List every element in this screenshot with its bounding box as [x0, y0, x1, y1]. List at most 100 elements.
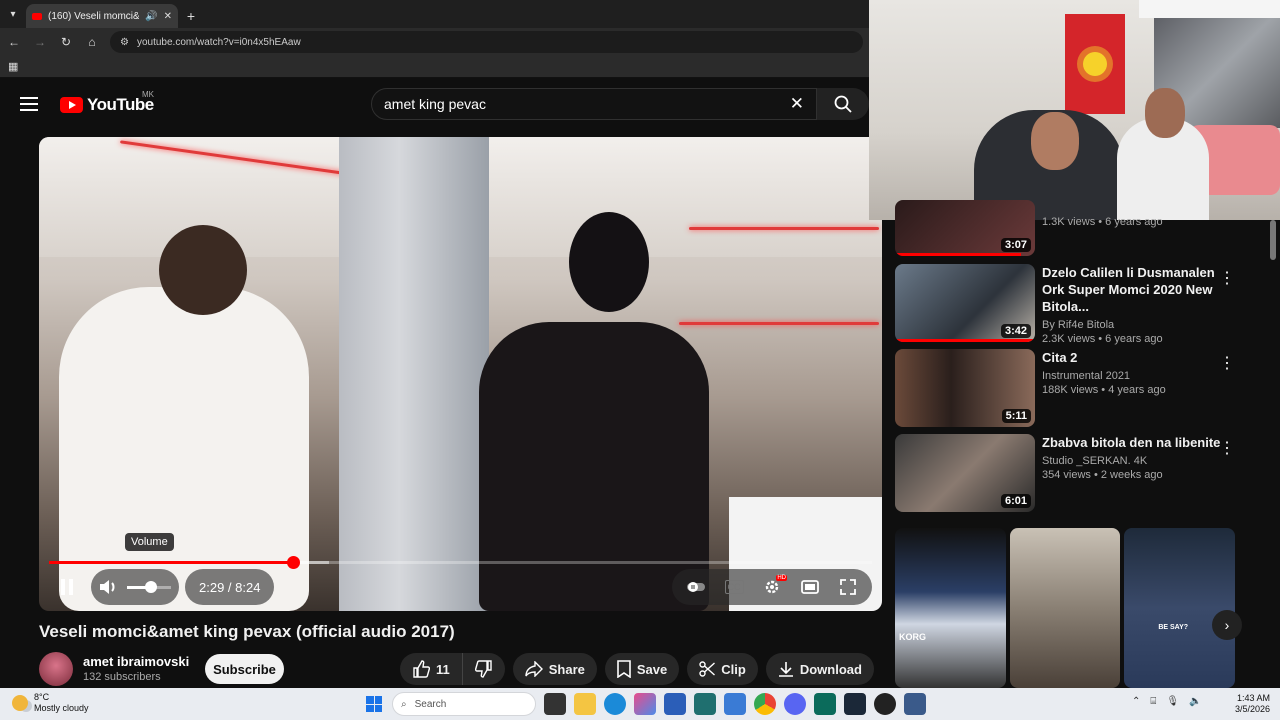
- theater-icon: [801, 580, 819, 594]
- steam-icon[interactable]: [844, 693, 866, 715]
- scrubber-handle[interactable]: [286, 556, 300, 569]
- more-vertical-icon[interactable]: ⋮: [1219, 353, 1235, 373]
- tab-audio-icon[interactable]: 🔊: [145, 11, 157, 22]
- file-explorer-icon[interactable]: [574, 693, 596, 715]
- autoplay-toggle[interactable]: [678, 569, 714, 605]
- video-views: 188K views • 4 years ago: [1042, 384, 1166, 396]
- save-button[interactable]: Save: [604, 653, 680, 685]
- related-video[interactable]: 6:01 Zbabva bitola den na libenite Studi…: [895, 434, 1265, 514]
- youtube-header: YouTube MK amet king pevac ✕: [0, 80, 869, 130]
- speaker-icon[interactable]: 🔈: [1189, 696, 1201, 707]
- captions-button[interactable]: CC: [716, 569, 752, 605]
- back-icon[interactable]: ←: [6, 34, 22, 50]
- video-thumbnail[interactable]: 3:07: [895, 200, 1035, 256]
- subscribe-button[interactable]: Subscribe: [205, 654, 284, 684]
- clock[interactable]: 1:43 AM 3/5/2026: [1226, 693, 1270, 715]
- short-thumbnail[interactable]: [1009, 528, 1121, 688]
- network-icon[interactable]: ⌸: [1150, 696, 1156, 707]
- search-input[interactable]: amet king pevac ✕: [371, 88, 817, 120]
- url-field[interactable]: ⚙ youtube.com/watch?v=i0n4x5hEAaw: [110, 31, 863, 53]
- progress-bar[interactable]: [49, 556, 872, 569]
- video-channel[interactable]: Studio _SERKAN. 4K: [1042, 455, 1222, 467]
- settings-button[interactable]: HD: [754, 569, 790, 605]
- video-scene-light: [679, 322, 879, 325]
- theater-mode-button[interactable]: [792, 569, 828, 605]
- youtube-logo[interactable]: YouTube MK: [60, 90, 154, 115]
- obs-icon[interactable]: [874, 693, 896, 715]
- search-button[interactable]: [817, 88, 869, 120]
- video-thumbnail[interactable]: 6:01: [895, 434, 1035, 512]
- dislike-button[interactable]: [462, 653, 505, 685]
- channel-avatar[interactable]: [39, 652, 73, 686]
- reload-icon[interactable]: ↻: [58, 34, 74, 50]
- task-view-icon[interactable]: [544, 693, 566, 715]
- video-thumbnail[interactable]: 3:42: [895, 264, 1035, 342]
- chrome-icon[interactable]: [754, 693, 776, 715]
- terminal-icon[interactable]: [814, 693, 836, 715]
- new-tab-button[interactable]: +: [178, 4, 204, 28]
- video-player[interactable]: Volume 2:29 / 8:24 CC HD: [39, 137, 882, 611]
- video-title[interactable]: Cita 2: [1042, 349, 1222, 366]
- copilot-icon[interactable]: [634, 693, 656, 715]
- channel-name[interactable]: amet ibraimovski: [83, 654, 189, 669]
- video-views: 2.3K views • 6 years ago: [1042, 333, 1163, 345]
- tab-title: (160) Veseli momci&amet k: [48, 10, 140, 22]
- pause-button[interactable]: [49, 569, 85, 605]
- clip-button[interactable]: Clip: [687, 653, 758, 685]
- weather-widget[interactable]: 8°C Mostly cloudy: [12, 692, 89, 714]
- video-title[interactable]: Zbabva bitola den na libenite: [1042, 434, 1222, 451]
- clear-search-icon[interactable]: ✕: [790, 94, 804, 114]
- video-title: Veseli momci&amet king pevax (official a…: [39, 622, 455, 641]
- volume-slider[interactable]: [127, 580, 171, 593]
- tab-search-icon[interactable]: ▾: [0, 0, 26, 28]
- more-vertical-icon[interactable]: ⋮: [1219, 438, 1235, 458]
- related-video[interactable]: 5:11 Cita 2 Instrumental 2021 188K views…: [895, 349, 1265, 429]
- video-channel[interactable]: Instrumental 2021: [1042, 370, 1222, 382]
- fullscreen-button[interactable]: [830, 569, 866, 605]
- shelf-next-button[interactable]: ›: [1212, 610, 1242, 640]
- video-title[interactable]: Dzelo Calilen li Dusmanalen Ork Super Mo…: [1042, 264, 1222, 315]
- microphone-icon[interactable]: 🎙: [1166, 696, 1179, 707]
- share-button[interactable]: Share: [512, 653, 597, 685]
- edge-icon[interactable]: [604, 693, 626, 715]
- short-thumbnail[interactable]: BE SAY?: [1124, 528, 1236, 688]
- volume-handle[interactable]: [145, 580, 158, 593]
- video-channel[interactable]: By Rif4e Bitola: [1042, 319, 1222, 331]
- settings-icon[interactable]: [904, 693, 926, 715]
- apps-grid-icon[interactable]: ▦: [8, 60, 18, 73]
- thumbs-up-icon: [413, 660, 430, 678]
- mute-button[interactable]: [91, 569, 127, 605]
- country-code: MK: [142, 90, 154, 99]
- menu-icon[interactable]: [20, 97, 38, 111]
- related-video[interactable]: 3:07 1.3K views • 6 years ago: [895, 200, 1265, 258]
- taskbar-search[interactable]: ⌕ Search: [392, 692, 536, 716]
- more-vertical-icon[interactable]: ⋮: [1219, 268, 1235, 288]
- forward-icon[interactable]: →: [32, 34, 48, 50]
- start-button[interactable]: [366, 696, 382, 712]
- pause-icon: [61, 579, 73, 595]
- home-icon[interactable]: ⌂: [84, 34, 100, 50]
- app-icon[interactable]: [694, 693, 716, 715]
- search-icon: [834, 95, 852, 113]
- webcam-overlay: [869, 0, 1280, 220]
- related-video[interactable]: 3:42 Dzelo Calilen li Dusmanalen Ork Sup…: [895, 264, 1265, 345]
- outlook-icon[interactable]: [724, 693, 746, 715]
- video-scene-dancer-head: [569, 212, 649, 312]
- browser-tab[interactable]: (160) Veseli momci&amet k 🔊 ✕: [26, 4, 178, 28]
- address-bar: ← → ↻ ⌂ ⚙ youtube.com/watch?v=i0n4x5hEAa…: [0, 28, 869, 56]
- video-scene-light: [689, 227, 879, 230]
- webcam-scene-lamp: [1139, 0, 1280, 18]
- store-icon[interactable]: [664, 693, 686, 715]
- tray-expand-icon[interactable]: ⌃: [1132, 696, 1140, 707]
- right-controls-pill: CC HD: [672, 569, 872, 605]
- site-info-icon[interactable]: ⚙: [120, 37, 129, 48]
- watched-bar: [895, 339, 1035, 342]
- sidebar-scrollbar[interactable]: [1270, 220, 1276, 260]
- tab-close-icon[interactable]: ✕: [164, 11, 172, 22]
- video-thumbnail[interactable]: 5:11: [895, 349, 1035, 427]
- discord-icon[interactable]: [784, 693, 806, 715]
- like-button[interactable]: 11: [400, 653, 463, 685]
- download-button[interactable]: Download: [765, 653, 874, 685]
- youtube-favicon-icon: [32, 12, 42, 20]
- short-thumbnail[interactable]: KORG: [895, 528, 1006, 688]
